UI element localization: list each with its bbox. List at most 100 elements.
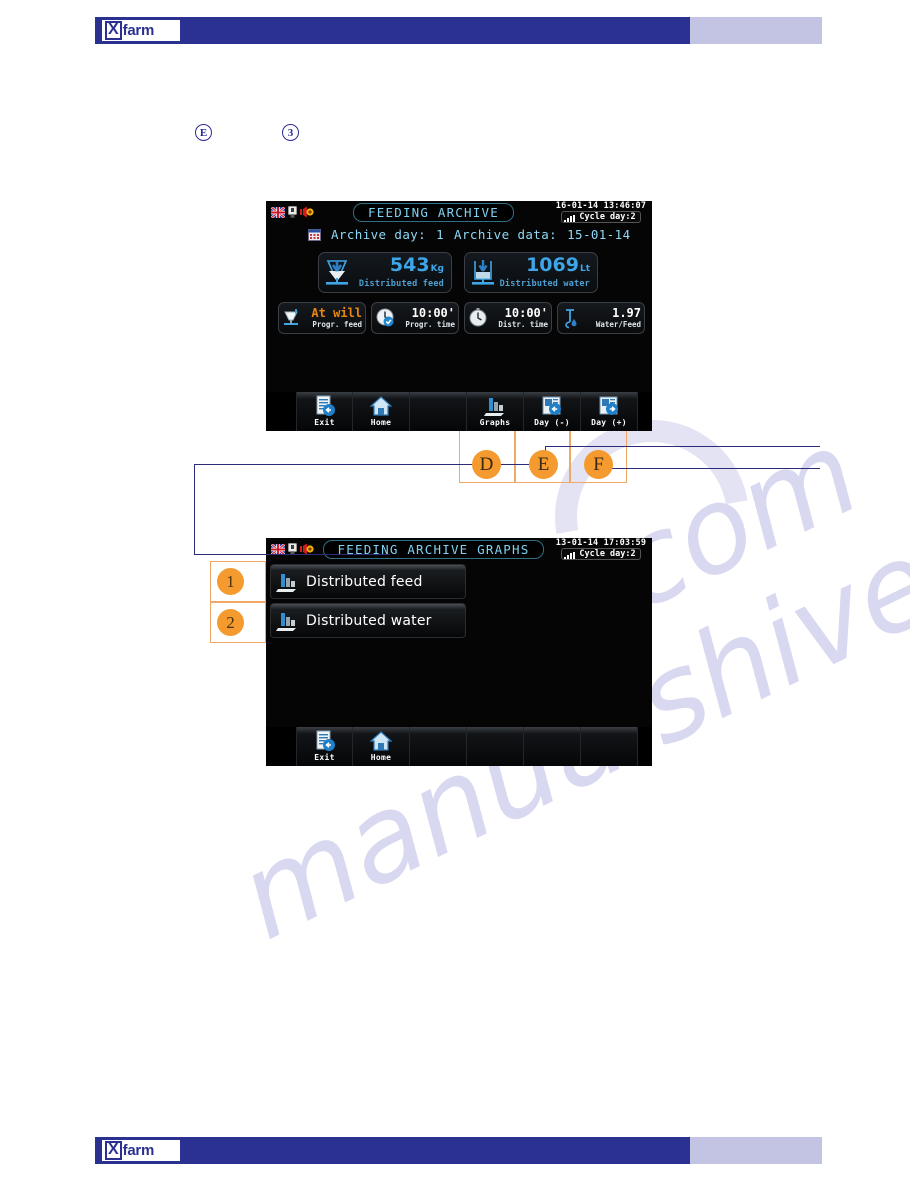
stats-row: At will Progr. feed 10:00' Progr. time 1… [266,293,652,334]
progr-feed-box: At will Progr. feed [278,302,366,334]
water-feed-value: 1.97 [612,306,641,320]
toolbar-empty-slot-3 [524,727,581,766]
archive-day-value: 1 [436,227,445,242]
screen1-status-right: 16-01-14 13:46:07 Cycle day:2 [553,201,649,223]
graphs-button[interactable]: Graphs [467,392,524,431]
distributed-feed-values: 543Kg Distributed feed [351,256,447,290]
day-plus-label: Day (+) [591,418,627,427]
day-plus-button[interactable]: Day (+) [581,392,638,431]
reference-marker-3: 3 [282,124,299,141]
home-icon [369,394,393,418]
progr-time-label: Progr. time [405,320,455,329]
xfarm-logo-header: X farm [102,20,180,41]
distributed-feed-box: 543Kg Distributed feed [318,252,452,293]
distributed-feed-value: 543 [389,254,430,276]
archive-day-label: Archive day: [331,227,427,242]
distributed-water-value-line: 1069Lt [526,256,590,279]
menu-item-distributed-water[interactable]: Distributed water [270,603,466,638]
exit-icon [314,394,336,418]
feeder-bowl-icon [284,309,298,325]
water-feed-ratio-icon [565,309,577,329]
distr-time-label: Distr. time [498,320,548,329]
toolbar-empty-slot-2 [467,727,524,766]
archive-day-row: Archive day: 1 Archive data: 15-01-14 [266,223,652,244]
screen2-cycle-text: Cycle day:2 [579,549,636,559]
callout-circle-f: F [584,450,613,479]
progr-time-values: 10:00' Progr. time [395,307,455,330]
screen1-cycle-box: Cycle day:2 [561,211,641,223]
footer-bar-dark [95,1137,690,1164]
screen1-datetime: 16-01-14 13:46:07 [555,201,647,211]
screen2-title-wrap: FEEDING ARCHIVE GRAPHS [314,539,553,559]
page-footer-bar: X farm [95,1137,822,1164]
clock-check-icon [376,308,394,327]
screen1-cycle-text: Cycle day:2 [579,212,636,222]
water-feed-box: 1.97 Water/Feed [557,302,645,334]
distributed-water-box: 1069Lt Distributed water [464,252,598,293]
progr-time-box: 10:00' Progr. time [371,302,459,334]
distr-time-box: 10:00' Distr. time [464,302,552,334]
leader-f-right [608,468,820,470]
feed-hopper-icon [326,259,348,285]
progr-feed-value: At will [311,306,362,320]
day-plus-icon [598,394,620,418]
footer-bar-light [690,1137,822,1164]
distributed-feed-value-line: 543Kg [390,256,444,279]
uk-flag-icon [271,543,285,555]
distributed-water-value: 1069 [526,254,579,276]
logo-x-glyph: X [105,1141,122,1160]
water-feed-values: 1.97 Water/Feed [581,306,641,330]
water-feed-label: Water/Feed [595,320,641,329]
feeding-archive-graphs-screen: FEEDING ARCHIVE GRAPHS 13-01-14 17:03:59… [266,538,652,766]
page-header-bar: X farm [95,17,822,44]
screen2-status-bar: FEEDING ARCHIVE GRAPHS 13-01-14 17:03:59… [266,538,652,560]
distributed-water-values: 1069Lt Distributed water [497,256,593,290]
exit-label: Exit [314,753,335,762]
callout-circle-2: 2 [217,609,244,636]
screen1-title-wrap: FEEDING ARCHIVE [314,202,553,222]
progr-feed-label: Progr. feed [312,320,362,329]
stopwatch-icon [469,308,487,327]
screen1-toolbar: Exit Home Graphs Day (-) Day (+) [266,392,652,431]
home-icon [369,729,393,753]
reference-marker-e: E [195,124,212,141]
distr-time-values: 10:00' Distr. time [488,307,548,330]
graphs-label: Graphs [479,418,511,427]
home-button[interactable]: Home [353,392,410,431]
logo-word: farm [122,22,155,39]
bar-chart-icon [276,612,296,631]
graphs-icon [483,394,507,418]
callout-circle-e: E [529,450,558,479]
totals-row: 543Kg Distributed feed 1069Lt Distribute… [266,244,652,293]
alarm-icon [300,206,314,218]
screen2-status-right: 13-01-14 17:03:59 Cycle day:2 [553,538,649,560]
exit-label: Exit [314,418,335,427]
home-button[interactable]: Home [353,727,410,766]
day-minus-label: Day (-) [534,418,570,427]
toolbar-empty-slot-4 [581,727,638,766]
usb-icon [288,206,297,218]
screen2-toolbar: Exit Home [266,727,652,766]
logo-x-glyph: X [105,21,122,40]
exit-button[interactable]: Exit [296,392,353,431]
water-tank-icon [472,259,494,285]
distributed-feed-label: Distributed feed [358,279,444,289]
screen2-title: FEEDING ARCHIVE GRAPHS [322,539,545,559]
home-label: Home [370,418,392,427]
day-minus-icon [541,394,563,418]
xfarm-logo-footer: X farm [102,1140,180,1161]
leader-d-to-screen2 [194,554,390,556]
leader-e-right [545,446,820,448]
exit-button[interactable]: Exit [296,727,353,766]
distributed-water-label: Distributed water [499,279,590,289]
distributed-feed-unit: Kg [430,264,444,274]
screen2-datetime: 13-01-14 17:03:59 [555,538,647,548]
callout-circle-1: 1 [217,568,244,595]
screen1-status-icons [269,206,314,218]
day-minus-button[interactable]: Day (-) [524,392,581,431]
exit-icon [314,729,336,753]
uk-flag-icon [271,206,285,218]
menu-item-distributed-feed[interactable]: Distributed feed [270,564,466,599]
menu-item-label: Distributed feed [306,573,423,590]
bar-chart-icon [276,573,296,592]
